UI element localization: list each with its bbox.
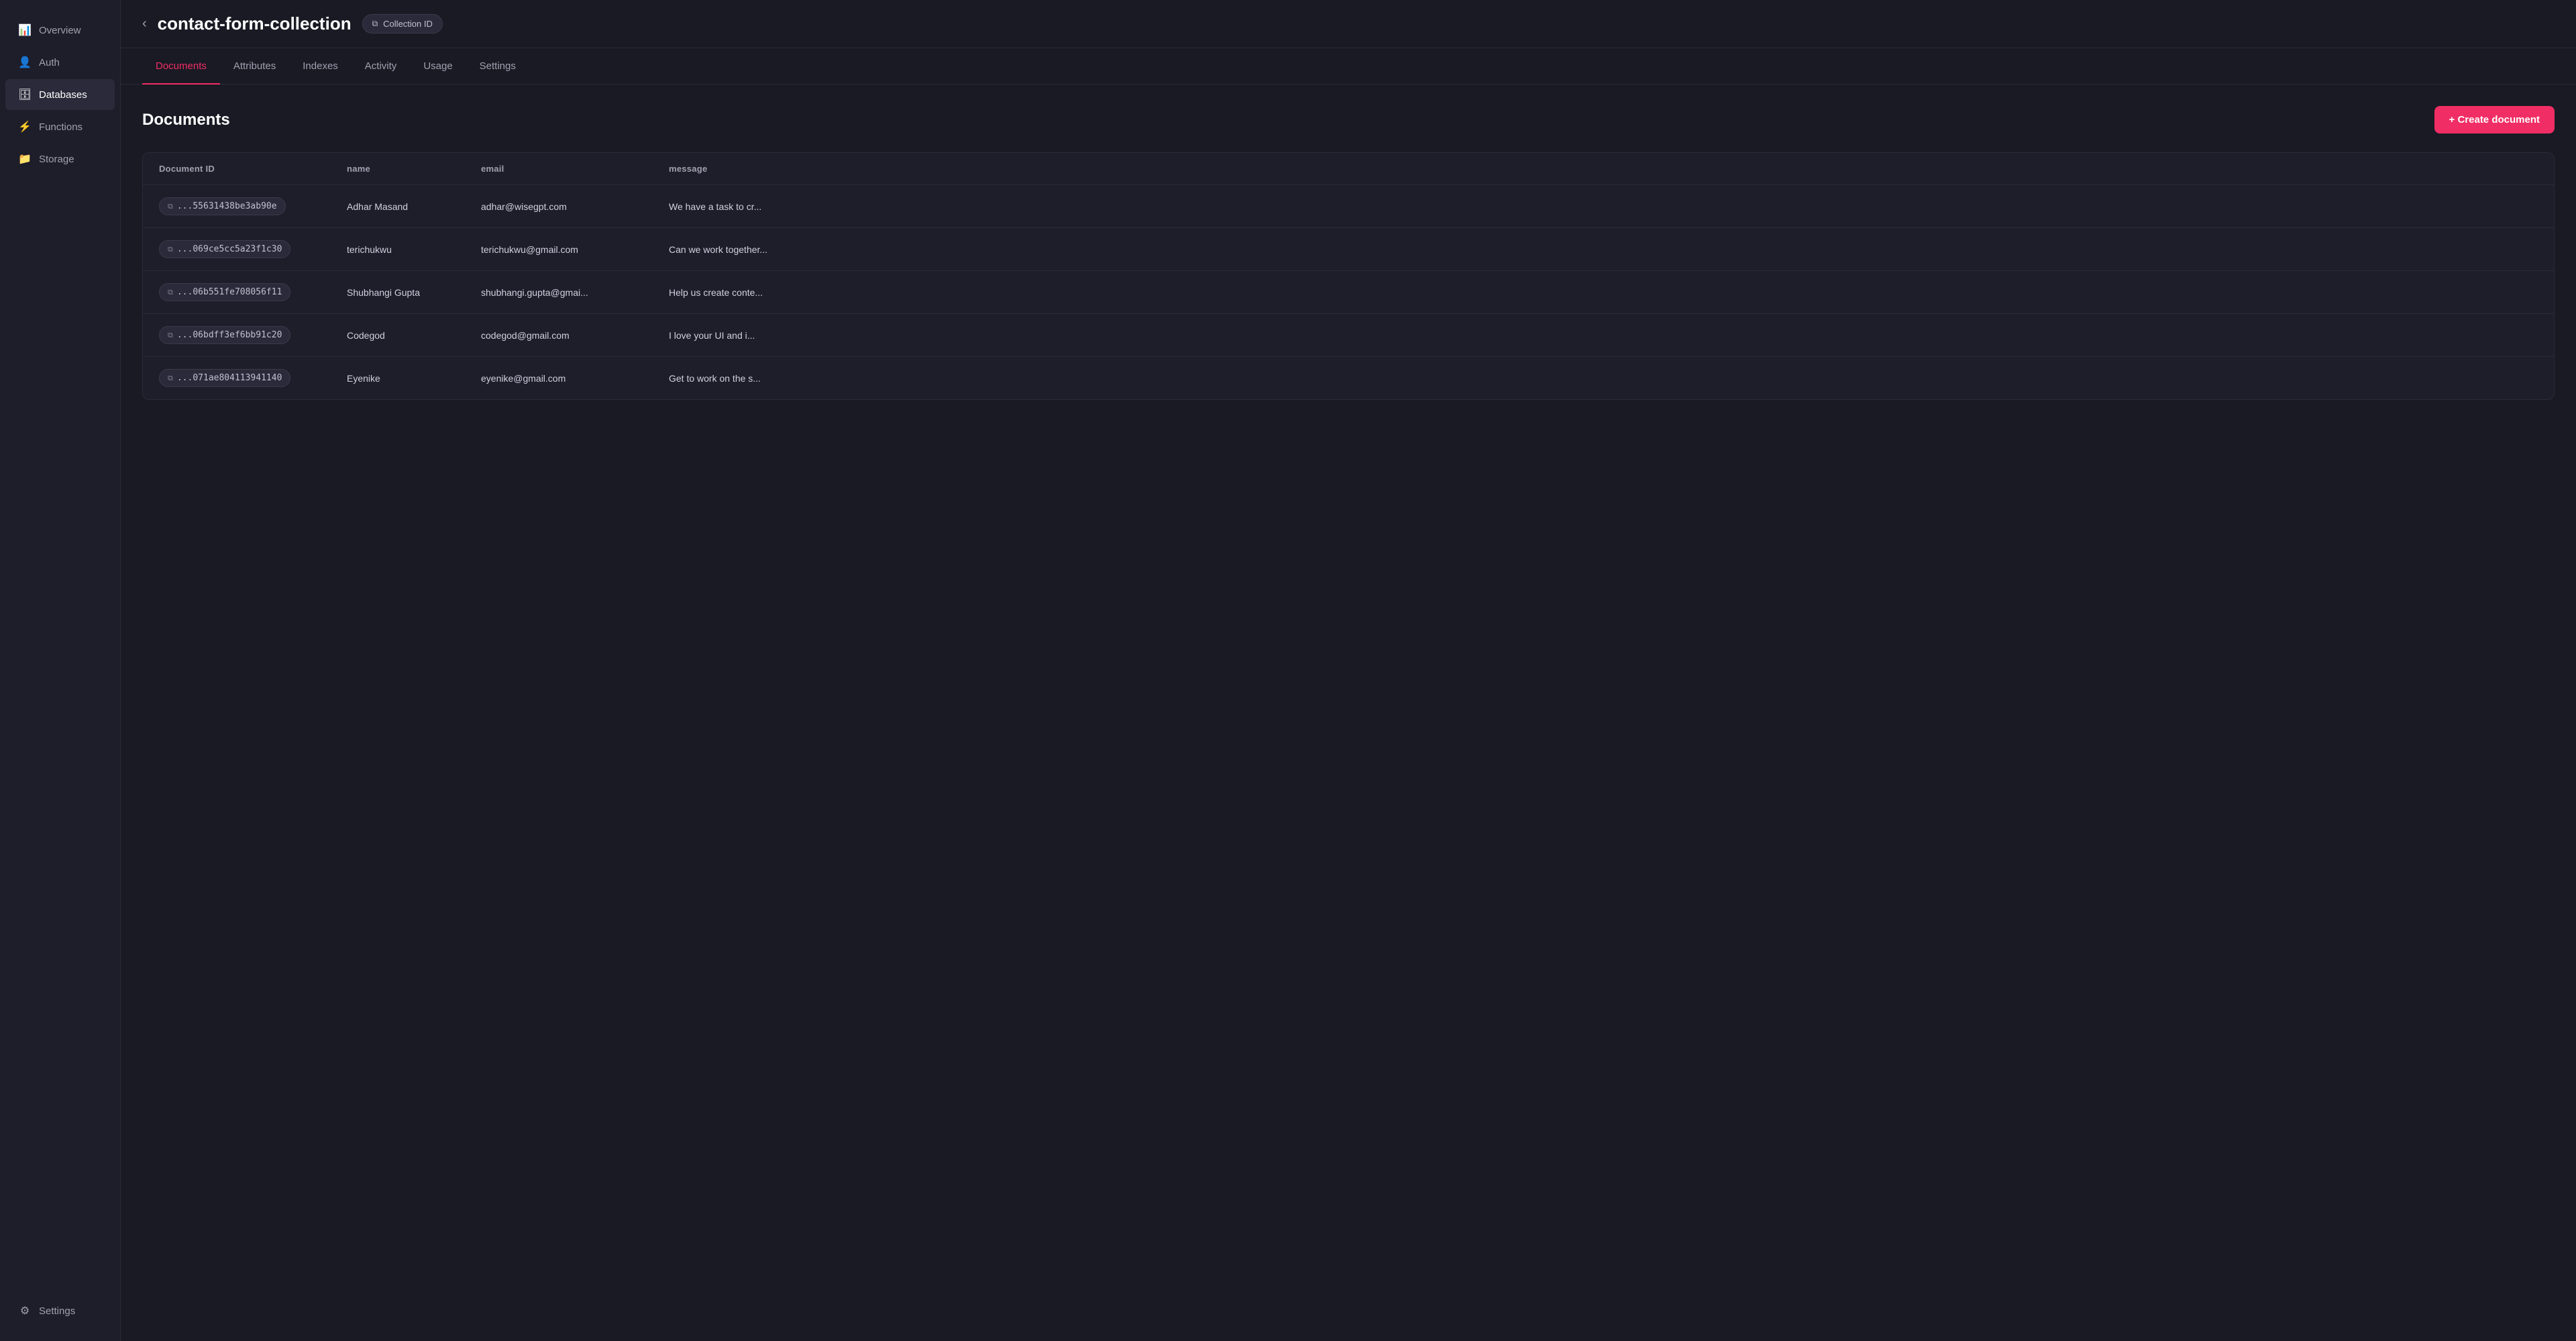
- col-header-email: email: [481, 164, 669, 174]
- content-title: Documents: [142, 111, 230, 129]
- sidebar-label-settings: Settings: [39, 1305, 75, 1317]
- settings-icon: ⚙: [19, 1305, 31, 1317]
- doc-id-badge: ⧉ ...071ae804113941140: [159, 369, 290, 387]
- doc-name-cell: Eyenike: [347, 373, 481, 384]
- sidebar-bottom: ⚙ Settings: [0, 1294, 120, 1328]
- table-row[interactable]: ⧉ ...55631438be3ab90e Adhar Masand adhar…: [143, 185, 2554, 228]
- tab-indexes[interactable]: Indexes: [289, 48, 352, 84]
- doc-name-cell: Codegod: [347, 330, 481, 341]
- tabs-bar: DocumentsAttributesIndexesActivityUsageS…: [121, 48, 2576, 85]
- sidebar-item-functions[interactable]: ⚡ Functions: [5, 111, 115, 142]
- doc-id-cell: ⧉ ...06b551fe708056f11: [159, 283, 347, 301]
- doc-message-cell: I love your UI and i...: [669, 330, 2538, 341]
- sidebar-item-overview[interactable]: 📊 Overview: [5, 15, 115, 46]
- tab-activity[interactable]: Activity: [352, 48, 411, 84]
- doc-message-cell: We have a task to cr...: [669, 201, 2538, 212]
- tab-usage[interactable]: Usage: [410, 48, 466, 84]
- copy-icon: ⧉: [168, 374, 173, 383]
- databases-icon: 🗄: [19, 89, 31, 101]
- doc-id-badge: ⧉ ...06bdff3ef6bb91c20: [159, 326, 290, 344]
- documents-table: Document IDnameemailmessage ⧉ ...5563143…: [142, 152, 2555, 400]
- doc-name-cell: Adhar Masand: [347, 201, 481, 212]
- sidebar-item-storage[interactable]: 📁 Storage: [5, 144, 115, 174]
- doc-id-value: ...06bdff3ef6bb91c20: [177, 330, 282, 340]
- content-header: Documents + Create document: [142, 106, 2555, 133]
- collection-id-button[interactable]: ⧉ Collection ID: [362, 14, 443, 34]
- table-row[interactable]: ⧉ ...069ce5cc5a23f1c30 terichukwu terich…: [143, 228, 2554, 271]
- doc-email-cell: eyenike@gmail.com: [481, 373, 669, 384]
- doc-id-value: ...069ce5cc5a23f1c30: [177, 244, 282, 254]
- copy-icon: ⧉: [168, 202, 173, 211]
- copy-icon: ⧉: [168, 288, 173, 297]
- doc-name-cell: terichukwu: [347, 244, 481, 255]
- table-header: Document IDnameemailmessage: [143, 153, 2554, 185]
- copy-icon: ⧉: [168, 331, 173, 340]
- collection-id-label: Collection ID: [383, 19, 433, 29]
- sidebar-label-overview: Overview: [39, 25, 81, 36]
- doc-id-cell: ⧉ ...55631438be3ab90e: [159, 197, 347, 215]
- tab-settings[interactable]: Settings: [466, 48, 529, 84]
- doc-message-cell: Help us create conte...: [669, 287, 2538, 298]
- doc-message-cell: Get to work on the s...: [669, 373, 2538, 384]
- doc-id-cell: ⧉ ...069ce5cc5a23f1c30: [159, 240, 347, 258]
- create-document-label: + Create document: [2449, 114, 2540, 125]
- page-header: ‹ contact-form-collection ⧉ Collection I…: [121, 0, 2576, 48]
- doc-email-cell: shubhangi.gupta@gmai...: [481, 287, 669, 298]
- doc-email-cell: codegod@gmail.com: [481, 330, 669, 341]
- create-document-button[interactable]: + Create document: [2434, 106, 2555, 133]
- tab-documents[interactable]: Documents: [142, 48, 220, 84]
- table-row[interactable]: ⧉ ...06bdff3ef6bb91c20 Codegod codegod@g…: [143, 314, 2554, 357]
- doc-name-cell: Shubhangi Gupta: [347, 287, 481, 298]
- sidebar-label-functions: Functions: [39, 121, 83, 133]
- sidebar-nav: 📊 Overview 👤 Auth 🗄 Databases ⚡ Function…: [0, 13, 120, 176]
- doc-id-badge: ⧉ ...06b551fe708056f11: [159, 283, 290, 301]
- functions-icon: ⚡: [19, 121, 31, 133]
- doc-id-cell: ⧉ ...071ae804113941140: [159, 369, 347, 387]
- doc-id-badge: ⧉ ...55631438be3ab90e: [159, 197, 286, 215]
- sidebar-label-storage: Storage: [39, 154, 74, 165]
- doc-id-badge: ⧉ ...069ce5cc5a23f1c30: [159, 240, 290, 258]
- storage-icon: 📁: [19, 153, 31, 165]
- copy-icon: ⧉: [168, 245, 173, 254]
- table-row[interactable]: ⧉ ...071ae804113941140 Eyenike eyenike@g…: [143, 357, 2554, 399]
- page-title: contact-form-collection: [158, 13, 352, 34]
- tab-attributes[interactable]: Attributes: [220, 48, 289, 84]
- col-header-name: name: [347, 164, 481, 174]
- doc-email-cell: terichukwu@gmail.com: [481, 244, 669, 255]
- doc-message-cell: Can we work together...: [669, 244, 2538, 255]
- sidebar-label-databases: Databases: [39, 89, 87, 101]
- table-row[interactable]: ⧉ ...06b551fe708056f11 Shubhangi Gupta s…: [143, 271, 2554, 314]
- sidebar-item-settings[interactable]: ⚙ Settings: [5, 1295, 115, 1326]
- back-button[interactable]: ‹: [142, 16, 147, 32]
- overview-icon: 📊: [19, 24, 31, 36]
- sidebar-item-databases[interactable]: 🗄 Databases: [5, 79, 115, 110]
- doc-id-value: ...06b551fe708056f11: [177, 287, 282, 297]
- auth-icon: 👤: [19, 56, 31, 68]
- main-content: ‹ contact-form-collection ⧉ Collection I…: [121, 0, 2576, 1341]
- sidebar-item-auth[interactable]: 👤 Auth: [5, 47, 115, 78]
- table-body: ⧉ ...55631438be3ab90e Adhar Masand adhar…: [143, 185, 2554, 399]
- col-header-message: message: [669, 164, 2538, 174]
- sidebar-bottom-nav: ⚙ Settings: [0, 1295, 120, 1326]
- copy-icon: ⧉: [372, 19, 378, 29]
- sidebar: 📊 Overview 👤 Auth 🗄 Databases ⚡ Function…: [0, 0, 121, 1341]
- doc-id-value: ...071ae804113941140: [177, 373, 282, 383]
- content-area: Documents + Create document Document IDn…: [121, 85, 2576, 1341]
- doc-email-cell: adhar@wisegpt.com: [481, 201, 669, 212]
- sidebar-label-auth: Auth: [39, 57, 60, 68]
- doc-id-value: ...55631438be3ab90e: [177, 201, 277, 211]
- col-header-document_id: Document ID: [159, 164, 347, 174]
- doc-id-cell: ⧉ ...06bdff3ef6bb91c20: [159, 326, 347, 344]
